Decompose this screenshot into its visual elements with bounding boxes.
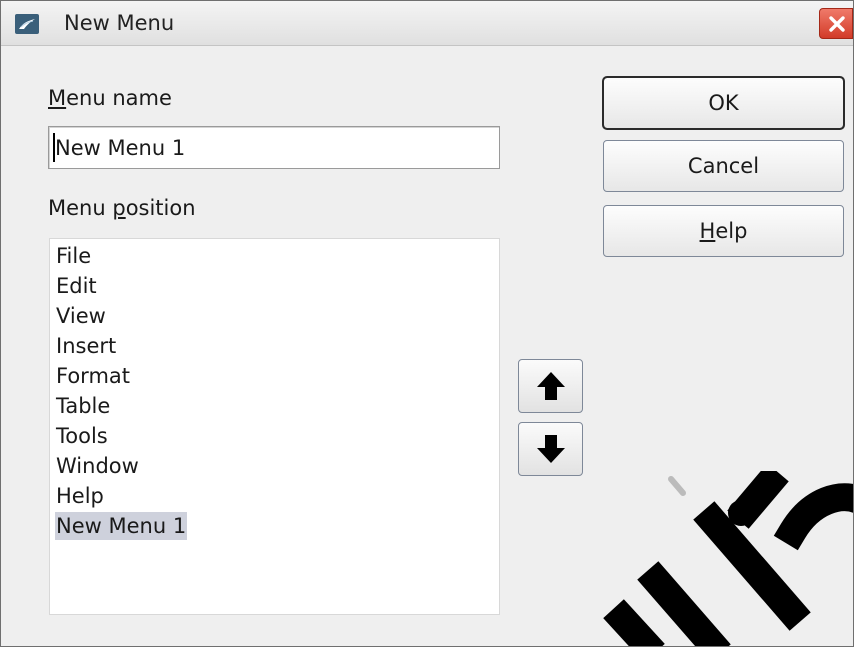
arrow-up-icon: [537, 372, 565, 400]
close-button[interactable]: [819, 8, 853, 39]
list-item-view[interactable]: View: [55, 302, 107, 330]
move-up-button[interactable]: [518, 359, 583, 413]
help-mnemonic: H: [699, 219, 716, 243]
ok-button[interactable]: OK: [602, 76, 845, 130]
list-item-new-menu-1[interactable]: New Menu 1: [55, 512, 188, 540]
list-item-tools[interactable]: Tools: [55, 422, 109, 450]
list-item-window[interactable]: Window: [55, 452, 140, 480]
new-menu-dialog: New Menu Menu name Menu position File Ed…: [0, 0, 854, 647]
cancel-button[interactable]: Cancel: [603, 140, 844, 192]
list-item-file[interactable]: File: [55, 242, 92, 270]
menu-position-list[interactable]: File Edit View Insert Format Table Tools…: [49, 238, 500, 615]
list-item-format[interactable]: Format: [55, 362, 131, 390]
list-item-help[interactable]: Help: [55, 482, 105, 510]
close-x-icon: [829, 16, 845, 32]
list-item-insert[interactable]: Insert: [55, 332, 117, 360]
dialog-title: New Menu: [64, 11, 175, 35]
menu-position-label-after: osition: [125, 196, 196, 220]
menu-name-mnemonic: M: [48, 86, 67, 110]
menu-position-mnemonic: p: [112, 196, 126, 220]
move-down-button[interactable]: [518, 422, 583, 476]
text-caret: [53, 133, 55, 162]
help-button[interactable]: Help: [603, 205, 844, 257]
menu-position-label: Menu position: [48, 196, 196, 220]
menu-name-label: Menu name: [48, 86, 172, 110]
libreoffice-icon: [15, 14, 39, 34]
menu-name-input[interactable]: [48, 126, 500, 169]
help-label-rest: elp: [715, 219, 748, 243]
list-item-table[interactable]: Table: [55, 392, 111, 420]
title-bar[interactable]: New Menu: [1, 1, 853, 46]
arrow-down-icon: [537, 435, 565, 463]
watermark-graphic: [603, 471, 853, 646]
list-item-edit[interactable]: Edit: [55, 272, 98, 300]
menu-name-label-rest: enu name: [66, 86, 172, 110]
menu-position-label-before: Menu: [48, 196, 113, 220]
